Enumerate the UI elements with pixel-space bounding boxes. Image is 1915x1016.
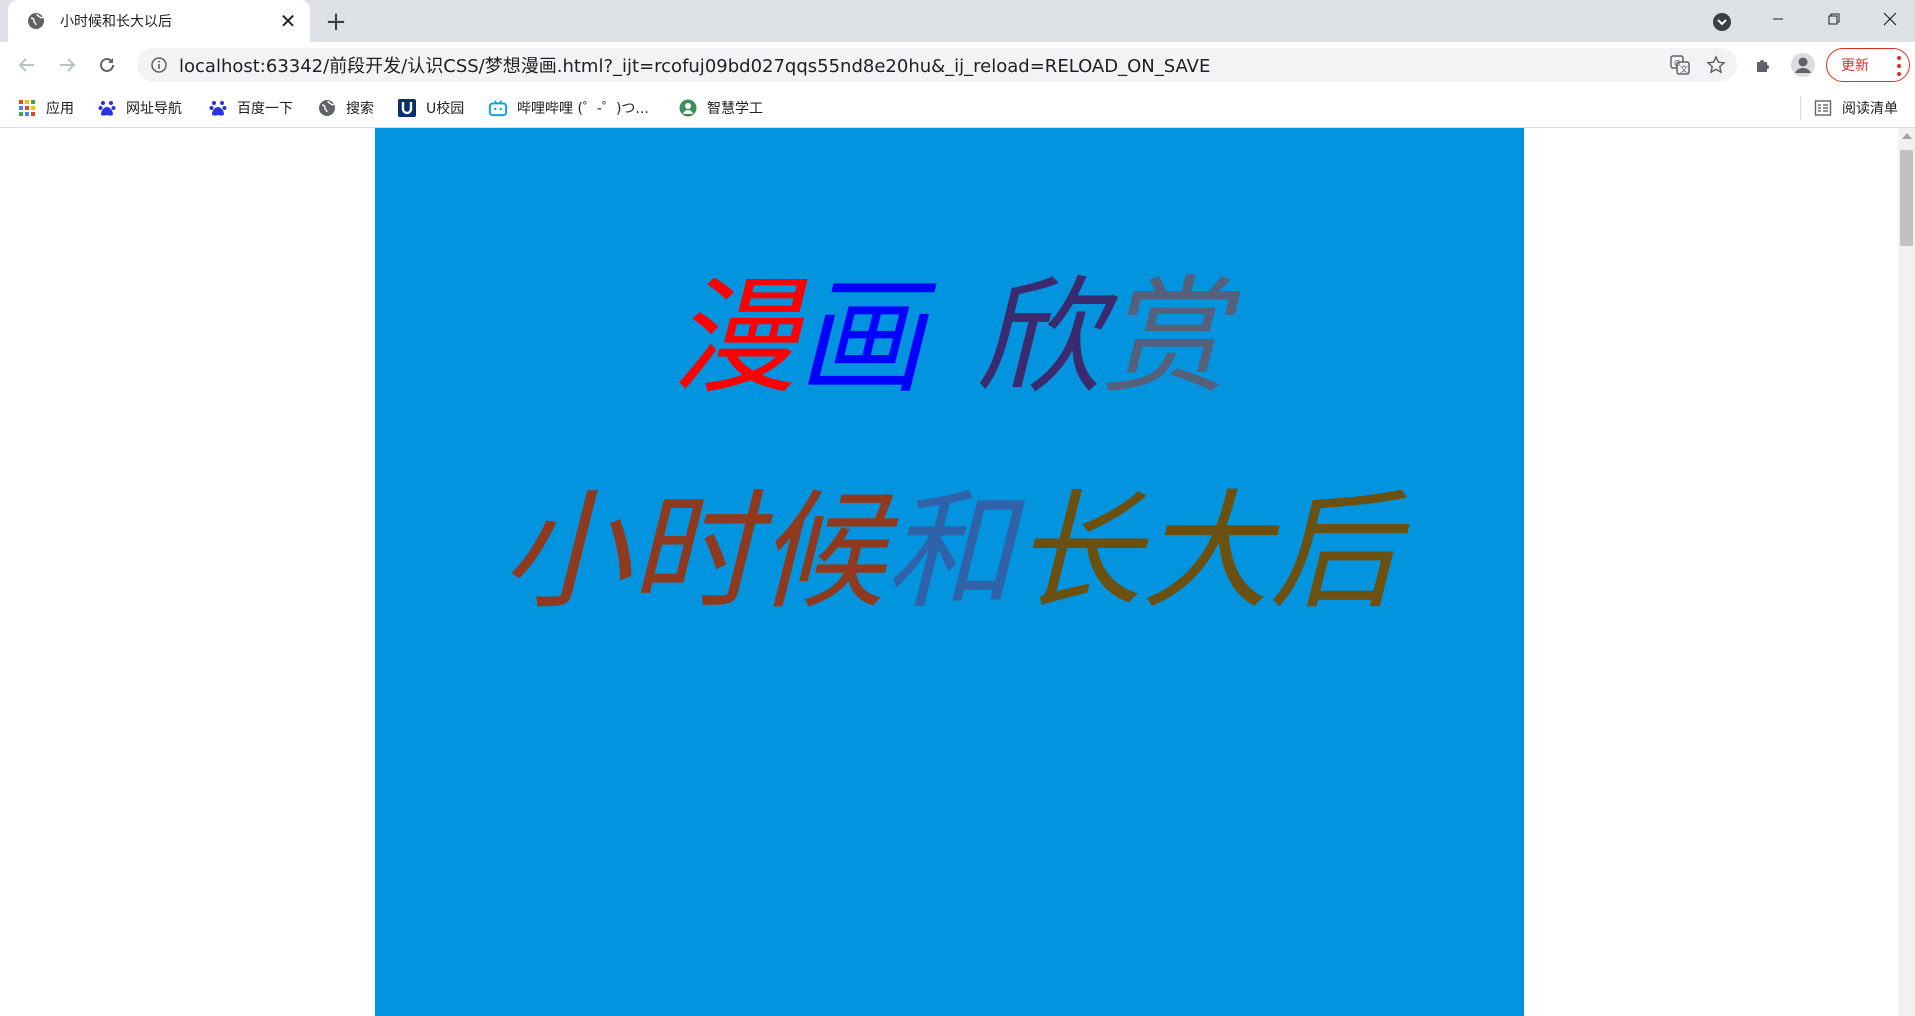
scroll-thumb[interactable]: [1900, 150, 1913, 246]
reading-list-button[interactable]: 阅读清单: [1814, 96, 1898, 120]
browser-toolbar: localhost:63342/前段开发/认识CSS/梦想漫画.html?_ij…: [0, 42, 1915, 88]
heading-childhood-and-adulthood: 小时候和长大后: [375, 483, 1524, 623]
translate-icon[interactable]: G文: [1665, 50, 1695, 80]
page-scrollbar[interactable]: [1898, 128, 1915, 1016]
globe-icon: [318, 99, 336, 117]
bookmark-star-icon[interactable]: [1701, 50, 1731, 80]
bookmark-label: 智慧学工: [707, 101, 763, 117]
bookmark-smart-study[interactable]: 智慧学工: [679, 96, 763, 120]
close-tab-icon[interactable]: ✕: [276, 9, 300, 33]
bookmark-apps[interactable]: 应用: [18, 96, 74, 120]
address-bar[interactable]: localhost:63342/前段开发/认识CSS/梦想漫画.html?_ij…: [137, 48, 1737, 82]
bookmark-bilibili[interactable]: 哔哩哔哩 (゜-゜)つ...: [489, 96, 649, 120]
heading2-adulthood: 长大后: [1013, 478, 1398, 627]
heading1-char-hua: 画: [797, 264, 924, 411]
bookmark-label: 百度一下: [237, 101, 293, 117]
tab-search-icon[interactable]: [1710, 10, 1734, 34]
bookmark-u-campus[interactable]: U校园: [398, 96, 464, 120]
baidu-paw-icon: [209, 99, 227, 117]
bookmarks-bar: 应用 网址导航 百度一下 搜索 U校园 哔哩哔哩 (゜-゜)つ... 智慧学工 …: [0, 88, 1915, 128]
bookmark-url-nav[interactable]: 网址导航: [98, 96, 182, 120]
heading2-and: 和: [885, 478, 1014, 627]
svg-text:文: 文: [1680, 64, 1688, 74]
bookmark-label: 搜索: [346, 101, 374, 117]
back-arrow-icon[interactable]: [12, 50, 42, 80]
profile-avatar-icon[interactable]: [1788, 50, 1818, 80]
minimize-button[interactable]: [1750, 0, 1806, 38]
url-text[interactable]: localhost:63342/前段开发/认识CSS/梦想漫画.html?_ij…: [179, 52, 1665, 78]
close-window-button[interactable]: [1862, 0, 1915, 38]
heading2-childhood: 小时候: [501, 478, 886, 627]
page-viewport: 漫画 欣赏 小时候和长大后: [0, 128, 1898, 1016]
scroll-up-arrow-icon[interactable]: [1902, 133, 1912, 139]
forward-arrow-icon[interactable]: [52, 50, 82, 80]
person-logo-icon: [679, 99, 697, 117]
apps-grid-icon: [18, 99, 36, 117]
bookmark-label: 哔哩哔哩 (゜-゜)つ...: [517, 101, 649, 117]
u-campus-icon: [398, 99, 416, 117]
update-button[interactable]: 更新: [1826, 48, 1910, 82]
bookmark-search[interactable]: 搜索: [318, 96, 374, 120]
extensions-puzzle-icon[interactable]: [1748, 50, 1778, 80]
globe-icon: [26, 11, 46, 31]
tab-title: 小时候和长大以后: [60, 14, 172, 30]
reload-icon[interactable]: [92, 50, 122, 80]
bookmark-label: 应用: [46, 101, 74, 117]
comic-panel: 漫画 欣赏 小时候和长大后: [375, 128, 1524, 1016]
bookmark-label: U校园: [426, 101, 465, 117]
bookmark-label: 网址导航: [126, 101, 182, 117]
heading1-char-man: 漫: [671, 264, 798, 411]
bilibili-tv-icon: [489, 99, 507, 117]
bookmark-baidu[interactable]: 百度一下: [209, 96, 293, 120]
baidu-paw-icon: [98, 99, 116, 117]
tab-active[interactable]: 小时候和长大以后 ✕: [8, 0, 310, 42]
reading-list-icon: [1814, 99, 1832, 117]
bookmarks-separator: [1800, 96, 1801, 120]
more-menu-icon[interactable]: [1897, 56, 1901, 76]
site-info-icon[interactable]: [149, 55, 169, 75]
restore-button[interactable]: [1806, 0, 1862, 38]
heading1-char-xin: 欣: [975, 264, 1102, 411]
reading-list-label: 阅读清单: [1842, 101, 1898, 117]
heading1-char-shang: 赏: [1101, 264, 1228, 411]
heading-comic-appreciation: 漫画 欣赏: [375, 268, 1524, 408]
update-label: 更新: [1841, 58, 1869, 74]
tab-strip: 小时候和长大以后 ✕ +: [0, 0, 1915, 42]
new-tab-button[interactable]: +: [322, 7, 350, 37]
